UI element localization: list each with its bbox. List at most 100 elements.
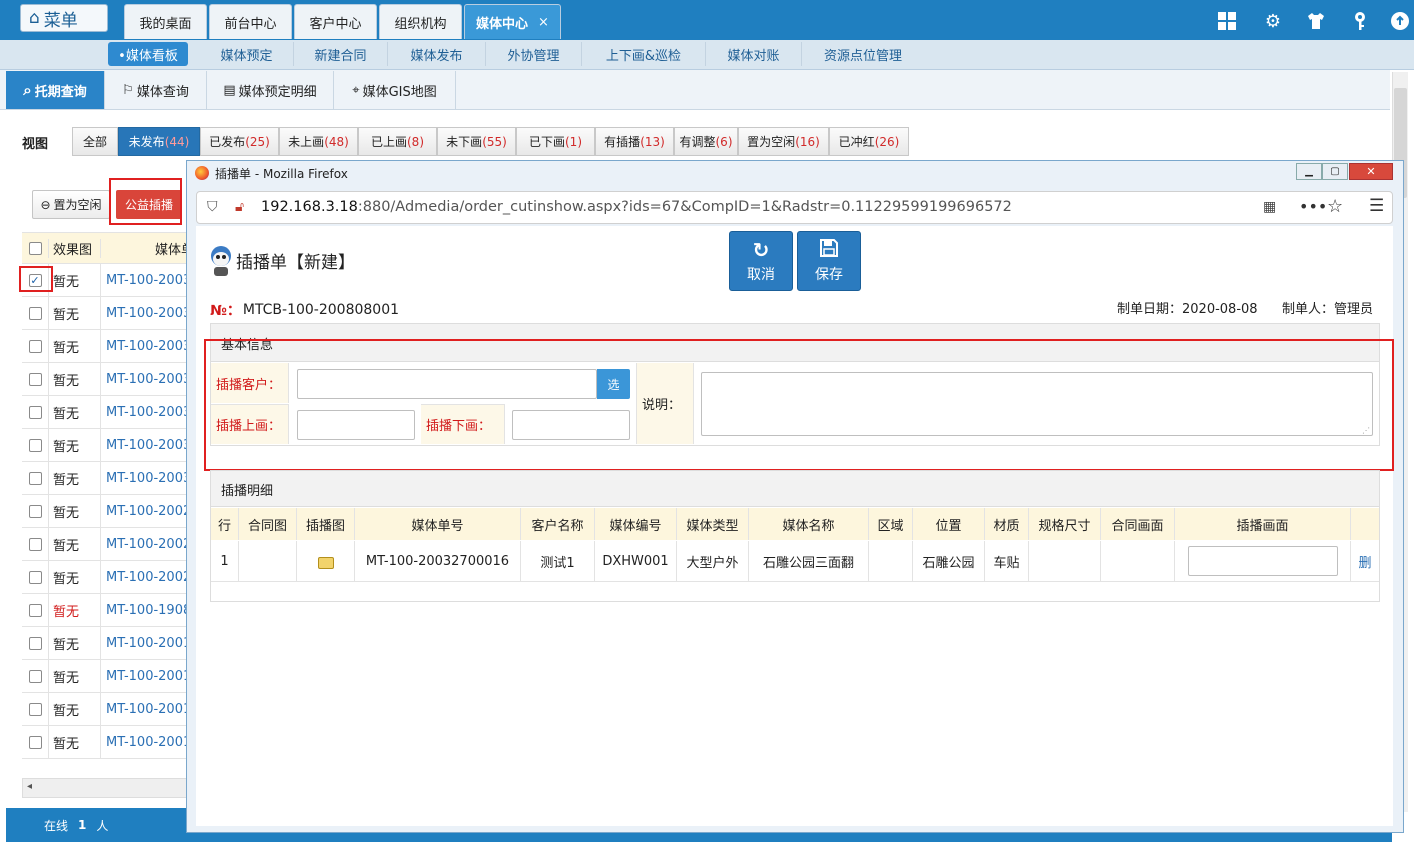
select-all-checkbox[interactable]	[28, 241, 42, 255]
filter-7[interactable]: 有插播 (13)	[595, 127, 674, 156]
qr-code-icon[interactable]: ▦	[1263, 199, 1276, 215]
menu-outsource[interactable]: 外协管理	[486, 42, 582, 66]
row-checkbox[interactable]	[28, 306, 42, 320]
save-button[interactable]: 保存	[797, 231, 861, 291]
row-checkbox[interactable]	[28, 471, 42, 485]
menu-media-reconcile[interactable]: 媒体对账	[706, 42, 802, 66]
cell-media-code[interactable]: MT-100-1908	[100, 593, 187, 627]
cancel-button[interactable]: ↻ 取消	[729, 231, 793, 291]
tab-gis-map[interactable]: ⌖ 媒体GIS地图	[334, 71, 456, 109]
row-checkbox[interactable]	[28, 735, 42, 749]
filter-6[interactable]: 已下画 (1)	[516, 127, 595, 156]
row-checkbox[interactable]	[28, 504, 42, 518]
filter-3[interactable]: 未上画 (48)	[279, 127, 358, 156]
maximize-button[interactable]: ▢	[1322, 163, 1348, 180]
filter-10[interactable]: 已冲红 (26)	[829, 127, 909, 156]
table-row[interactable]: 暂无 MT-100-2001	[22, 692, 187, 726]
row-checkbox[interactable]	[28, 669, 42, 683]
table-row[interactable]: 暂无 MT-100-2003	[22, 428, 187, 462]
key-icon[interactable]	[1349, 10, 1371, 32]
cell-media-code[interactable]: MT-100-2002	[100, 560, 187, 594]
filter-5[interactable]: 未下画 (55)	[437, 127, 516, 156]
row-checkbox[interactable]	[28, 372, 42, 386]
delete-row-link[interactable]: 删	[1351, 541, 1379, 581]
tab-media-center[interactable]: 媒体中心 ×	[464, 4, 561, 39]
shirt-icon[interactable]	[1305, 10, 1327, 32]
table-row[interactable]: 暂无 MT-100-2001	[22, 659, 187, 693]
table-row[interactable]: 暂无 MT-100-2002	[22, 560, 187, 594]
table-row[interactable]: 暂无 MT-100-2003	[22, 329, 187, 363]
row-checkbox[interactable]	[28, 636, 42, 650]
tab-booking-detail[interactable]: ▤ 媒体预定明细	[207, 71, 334, 109]
table-row[interactable]: 暂无 MT-100-2002	[22, 494, 187, 528]
cutin-image-input[interactable]	[1187, 546, 1338, 576]
cell-media-code[interactable]: MT-100-2003	[100, 362, 187, 396]
address-bar[interactable]: ⛉ 🔓︎ 192.168.3.18:880/Admedia/order_cuti…	[196, 191, 1393, 224]
cell-media-code[interactable]: MT-100-2001	[100, 692, 187, 726]
cell-media-type: 大型户外	[677, 541, 749, 581]
dialog-heading: 插播单【新建】	[236, 253, 355, 273]
bookmark-star-icon[interactable]: ☆	[1327, 196, 1343, 217]
tab-organization[interactable]: 组织机构	[379, 4, 462, 39]
row-checkbox[interactable]	[28, 570, 42, 584]
filter-9[interactable]: 置为空闲 (16)	[738, 127, 829, 156]
hamburger-menu-icon[interactable]: ☰	[1369, 196, 1384, 216]
window-close-button[interactable]: ✕	[1349, 163, 1393, 180]
cell-media-code[interactable]: MT-100-2001	[100, 659, 187, 693]
close-icon[interactable]: ×	[538, 15, 549, 30]
power-icon[interactable]	[1389, 10, 1411, 32]
tab-my-desktop[interactable]: 我的桌面	[124, 4, 207, 39]
menu-button[interactable]: ⌂ 菜单	[20, 4, 108, 32]
menu-media-publish[interactable]: 媒体发布	[388, 42, 486, 66]
tab-schedule-query[interactable]: ⌕ 托期查询	[6, 71, 105, 109]
horizontal-scrollbar[interactable]: ◂	[22, 778, 187, 798]
cell-media-code[interactable]: MT-100-2002	[100, 527, 187, 561]
table-row[interactable]: 暂无 MT-100-1908	[22, 593, 187, 627]
table-row[interactable]: 暂无 MT-100-2003	[22, 461, 187, 495]
table-row[interactable]: 暂无 MT-100-2003	[22, 296, 187, 330]
cell-media-code[interactable]: MT-100-2002	[100, 494, 187, 528]
grid-icon[interactable]	[1216, 10, 1238, 32]
cell-media-code[interactable]: MT-100-2003	[100, 461, 187, 495]
tab-media-query[interactable]: ⚐ 媒体查询	[105, 71, 207, 109]
cell-media-code[interactable]: MT-100-2003	[100, 263, 187, 297]
filter-0[interactable]: 全部	[72, 127, 118, 156]
filter-8[interactable]: 有调整 (6)	[674, 127, 738, 156]
detail-header-cell: 媒体编号	[595, 508, 677, 540]
table-row[interactable]: 暂无 MT-100-2001	[22, 626, 187, 660]
row-checkbox[interactable]	[28, 537, 42, 551]
menu-media-board[interactable]: •媒体看板	[108, 42, 188, 66]
tab-customer-center[interactable]: 客户中心	[294, 4, 377, 39]
arrow-left-icon[interactable]: ◂	[27, 781, 32, 792]
cell-media-code[interactable]: MT-100-2003	[100, 395, 187, 429]
cell-media-code[interactable]: MT-100-2001	[100, 725, 187, 759]
row-checkbox[interactable]	[28, 603, 42, 617]
cell-media-code[interactable]: MT-100-2003	[100, 428, 187, 462]
floppy-disk-icon	[819, 238, 839, 262]
set-idle-button[interactable]: ⊖ 置为空闲	[32, 190, 110, 219]
folder-image-icon[interactable]	[317, 557, 334, 569]
row-checkbox[interactable]	[28, 438, 42, 452]
cell-media-code[interactable]: MT-100-2003	[100, 296, 187, 330]
filter-1[interactable]: 未发布 (44)	[118, 127, 200, 156]
cell-size	[1029, 541, 1101, 581]
gear-icon[interactable]: ⚙	[1262, 10, 1284, 32]
filter-4[interactable]: 已上画 (8)	[358, 127, 437, 156]
cell-media-code[interactable]: MT-100-2003	[100, 329, 187, 363]
table-row[interactable]: 暂无 MT-100-2003	[22, 395, 187, 429]
more-icon[interactable]: •••	[1299, 197, 1327, 216]
table-row[interactable]: 暂无 MT-100-2001	[22, 725, 187, 759]
tab-front-center[interactable]: 前台中心	[209, 4, 292, 39]
menu-install-inspect[interactable]: 上下画&巡检	[582, 42, 706, 66]
row-checkbox[interactable]	[28, 405, 42, 419]
row-checkbox[interactable]	[28, 702, 42, 716]
menu-media-booking[interactable]: 媒体预定	[200, 42, 294, 66]
menu-resource-points[interactable]: 资源点位管理	[802, 42, 924, 66]
filter-2[interactable]: 已发布 (25)	[200, 127, 279, 156]
minimize-button[interactable]: ▁	[1296, 163, 1322, 180]
cell-media-code[interactable]: MT-100-2001	[100, 626, 187, 660]
menu-new-contract[interactable]: 新建合同	[294, 42, 388, 66]
row-checkbox[interactable]	[28, 339, 42, 353]
table-row[interactable]: 暂无 MT-100-2003	[22, 362, 187, 396]
table-row[interactable]: 暂无 MT-100-2002	[22, 527, 187, 561]
